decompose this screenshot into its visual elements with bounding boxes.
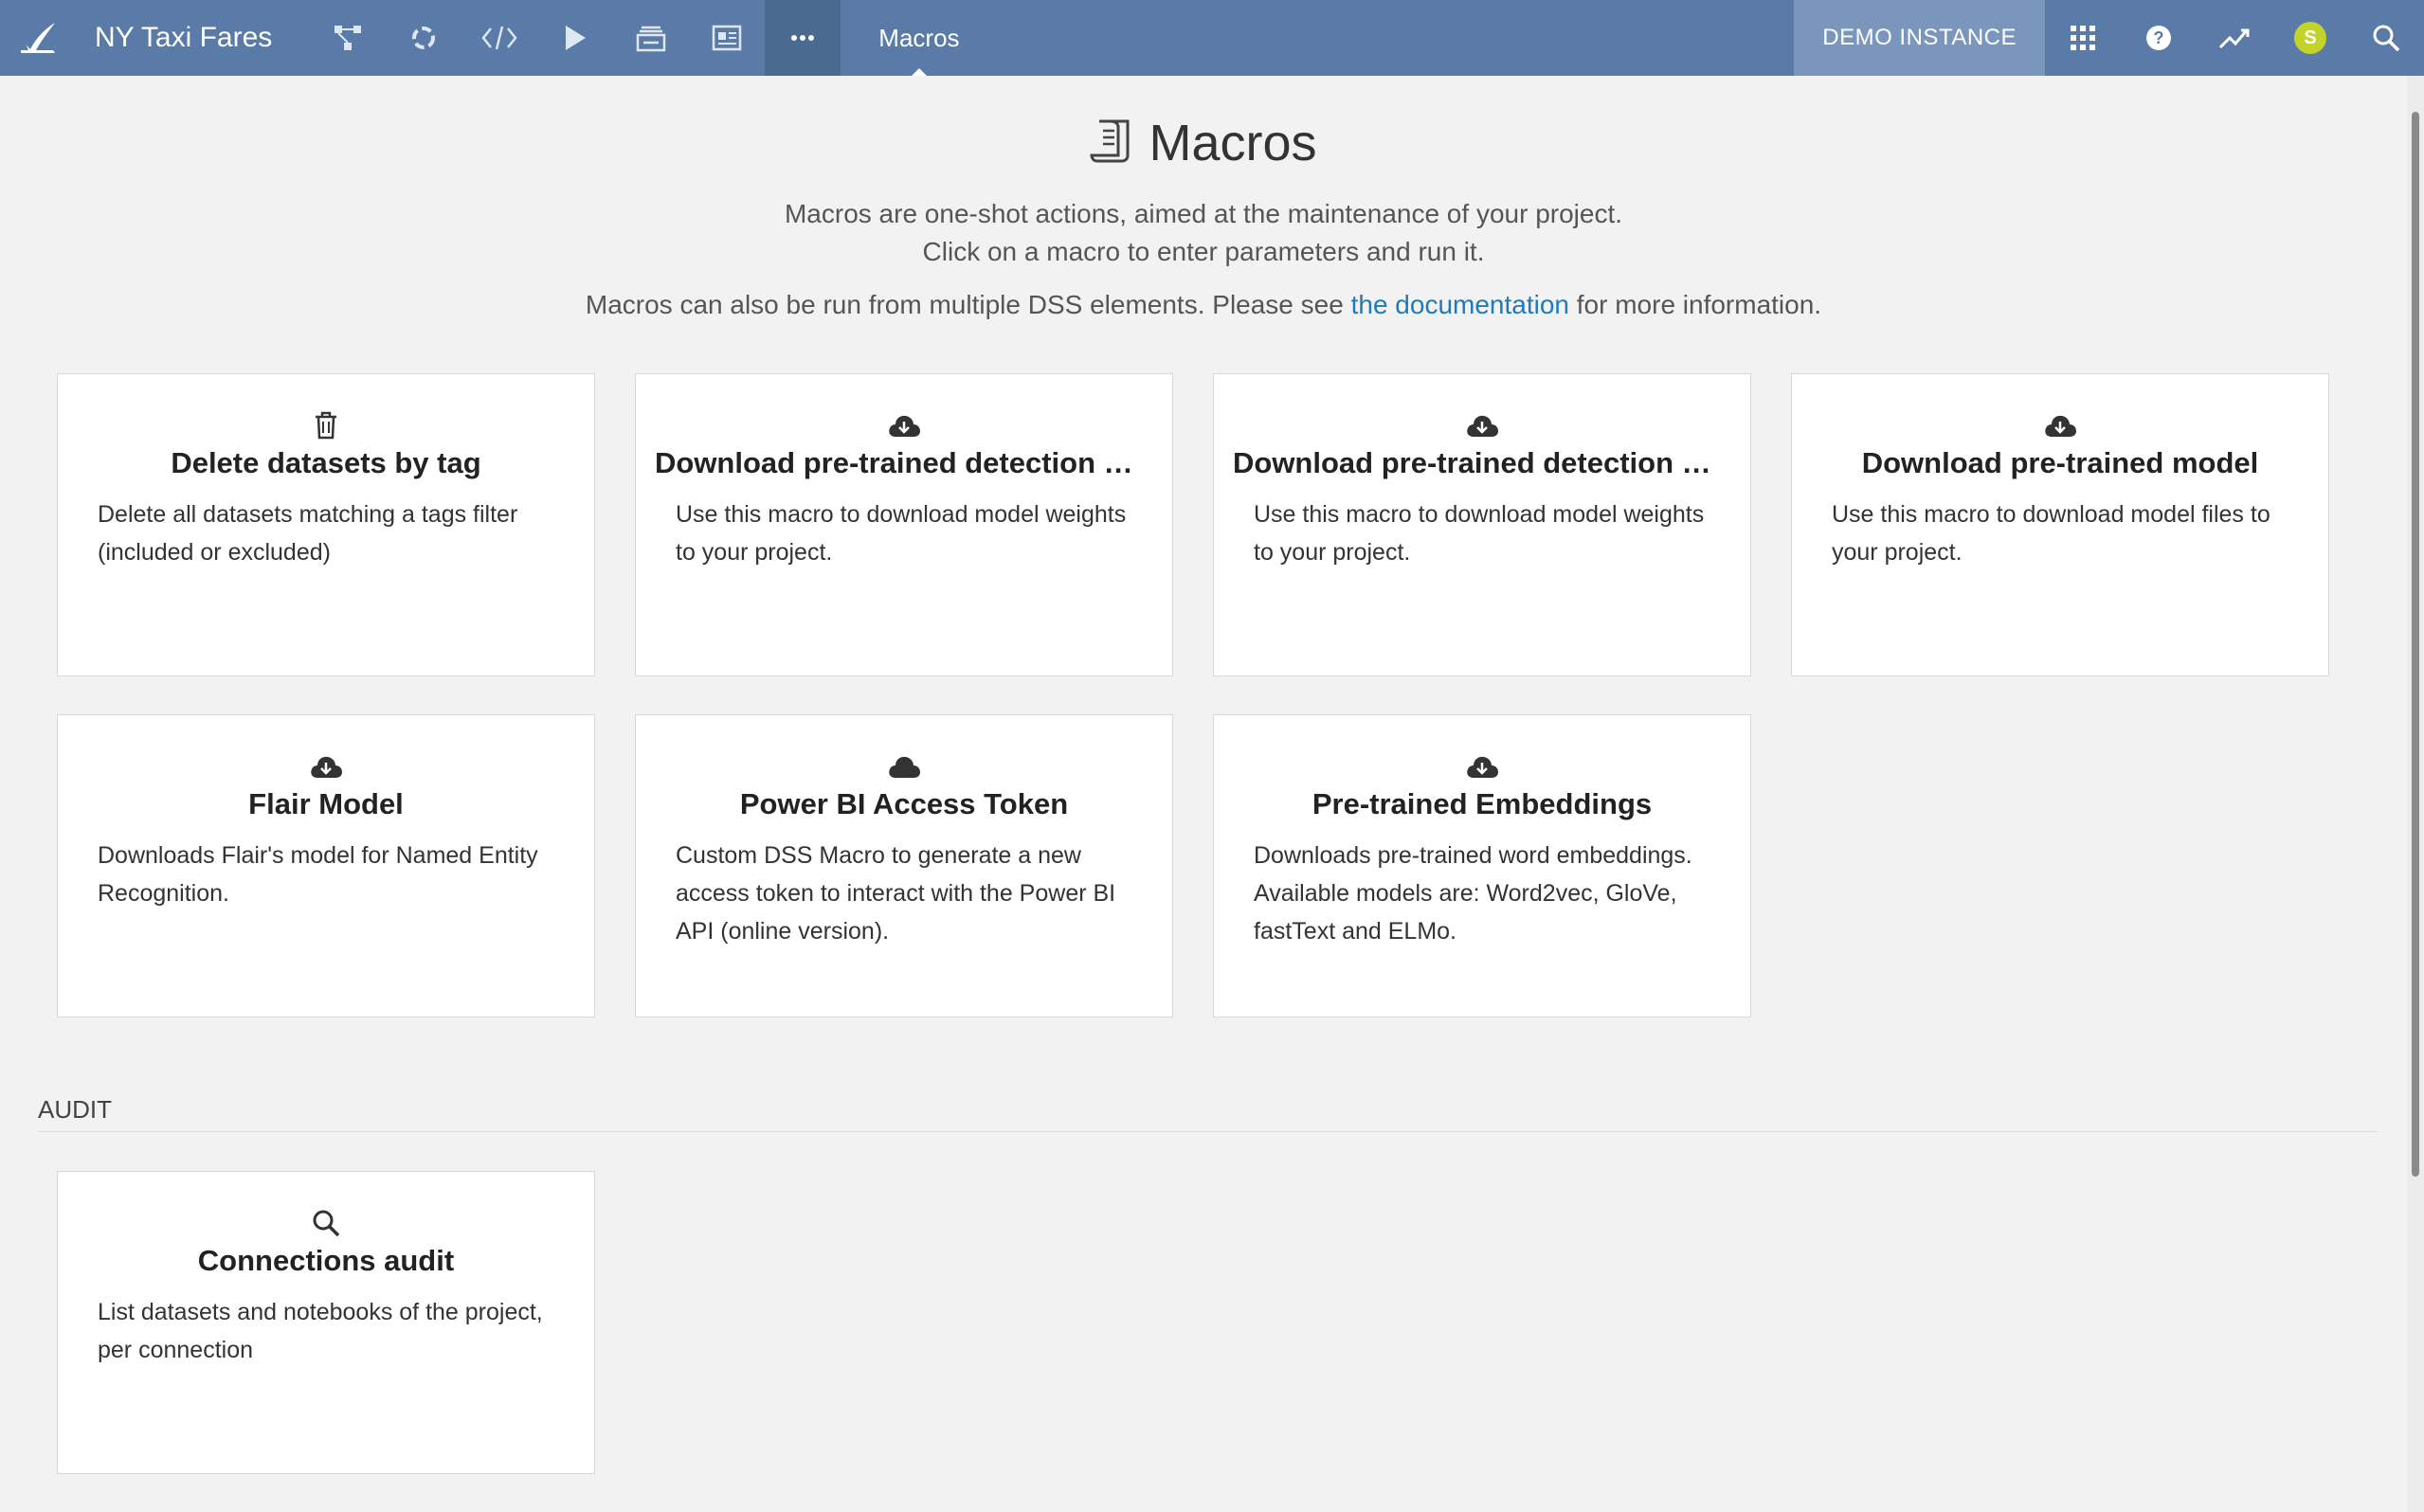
macro-card-description: Use this macro to download model files t… xyxy=(1832,501,2270,566)
macro-card-title: Download pre-trained detection m... xyxy=(655,446,1153,479)
instance-badge[interactable]: DEMO INSTANCE xyxy=(1794,0,2045,76)
title-row: Macros xyxy=(0,114,2407,172)
macro-card-title: Pre-trained Embeddings xyxy=(1311,787,1653,820)
dataiku-logo-icon[interactable] xyxy=(0,0,76,76)
project-name[interactable]: NY Taxi Fares xyxy=(95,22,272,54)
macro-card-description: Downloads pre-trained word embeddings. A… xyxy=(1254,842,1692,945)
page-description: Macros are one-shot actions, aimed at th… xyxy=(0,195,2407,271)
macro-card-power-bi-access-token[interactable]: Power BI Access Token Custom DSS Macro t… xyxy=(635,714,1173,1017)
macro-card-description: Custom DSS Macro to generate a new acces… xyxy=(676,842,1116,945)
cloud-download-icon xyxy=(77,749,575,783)
more-icon[interactable] xyxy=(765,0,841,76)
macro-card-description: Delete all datasets matching a tags filt… xyxy=(98,501,518,566)
documentation-note-suffix: for more information. xyxy=(1568,290,1822,319)
svg-text:?: ? xyxy=(2154,28,2164,47)
avatar: S xyxy=(2294,22,2326,54)
macro-card-connections-audit[interactable]: Connections audit List datasets and note… xyxy=(57,1171,595,1474)
macro-card-title: Download pre-trained detection m... xyxy=(1233,446,1731,479)
jobs-icon[interactable] xyxy=(537,0,613,76)
cloud-download-icon xyxy=(1233,408,1731,442)
macro-card-description: List datasets and notebooks of the proje… xyxy=(98,1299,543,1363)
macro-card-title: Flair Model xyxy=(248,787,404,820)
macro-card-download-detection-model-1[interactable]: Download pre-trained detection m... Use … xyxy=(635,373,1173,676)
documentation-note: Macros can also be run from multiple DSS… xyxy=(0,290,2407,320)
current-page-text: Macros xyxy=(878,23,960,52)
description-line-2: Click on a macro to enter parameters and… xyxy=(922,237,1485,266)
scroll-document-icon xyxy=(1090,117,1133,170)
wiki-icon[interactable] xyxy=(689,0,765,76)
macro-card-description: Use this macro to download model weights… xyxy=(1254,501,1705,566)
macro-card-flair-model[interactable]: Flair Model Downloads Flair's model for … xyxy=(57,714,595,1017)
page-scrollbar[interactable] xyxy=(2407,76,2424,1512)
section-divider xyxy=(38,1131,2379,1132)
lab-icon[interactable] xyxy=(386,0,461,76)
description-line-1: Macros are one-shot actions, aimed at th… xyxy=(784,199,1623,228)
cloud-icon xyxy=(655,749,1153,783)
macro-card-title: Power BI Access Token xyxy=(739,787,1069,820)
help-icon[interactable]: ? xyxy=(2121,0,2197,76)
search-icon[interactable] xyxy=(2348,0,2424,76)
search-icon xyxy=(77,1206,575,1240)
macro-card-delete-datasets-by-tag[interactable]: Delete datasets by tag Delete all datase… xyxy=(57,373,595,676)
page-title: Macros xyxy=(1149,115,1317,171)
macro-card-title: Download pre-trained model xyxy=(1861,446,2259,479)
macro-card-download-pretrained-model[interactable]: Download pre-trained model Use this macr… xyxy=(1791,373,2329,676)
top-navigation-bar: NY Taxi Fares Macros DEMO INSTANCE ? S xyxy=(0,0,2424,76)
macro-card-download-detection-model-2[interactable]: Download pre-trained detection m... Use … xyxy=(1213,373,1751,676)
dashboard-icon[interactable] xyxy=(613,0,689,76)
macro-card-title: Connections audit xyxy=(197,1244,455,1277)
current-page-label[interactable]: Macros xyxy=(878,0,960,76)
macro-card-pretrained-embeddings[interactable]: Pre-trained Embeddings Downloads pre-tra… xyxy=(1213,714,1751,1017)
flow-icon[interactable] xyxy=(310,0,386,76)
cloud-download-icon xyxy=(655,408,1153,442)
cloud-download-icon xyxy=(1811,408,2309,442)
documentation-note-prefix: Macros can also be run from multiple DSS… xyxy=(585,290,1351,319)
code-icon[interactable] xyxy=(461,0,537,76)
documentation-link[interactable]: the documentation xyxy=(1351,290,1569,319)
section-label-audit: AUDIT xyxy=(38,1095,112,1124)
apps-grid-icon[interactable] xyxy=(2045,0,2121,76)
active-page-caret xyxy=(911,68,927,76)
macro-card-title: Delete datasets by tag xyxy=(171,446,481,479)
user-avatar-button[interactable]: S xyxy=(2272,0,2348,76)
activity-icon[interactable] xyxy=(2197,0,2272,76)
cloud-download-icon xyxy=(1233,749,1731,783)
macro-card-description: Downloads Flair's model for Named Entity… xyxy=(98,842,538,907)
scrollbar-thumb[interactable] xyxy=(2412,112,2419,1177)
trash-icon xyxy=(77,408,575,442)
macro-card-description: Use this macro to download model weights… xyxy=(676,501,1127,566)
macros-header: Macros Macros are one-shot actions, aime… xyxy=(0,76,2407,320)
